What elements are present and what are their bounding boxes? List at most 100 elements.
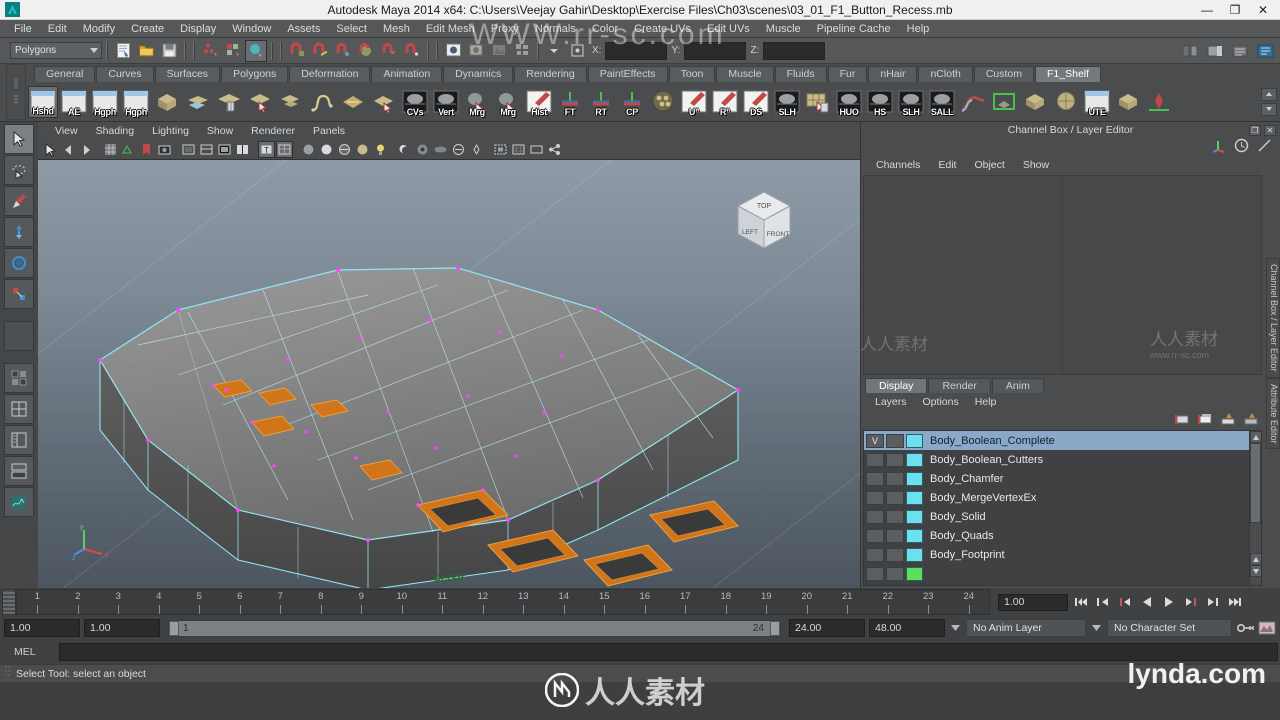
shelf-tab-polygons[interactable]: Polygons xyxy=(221,66,289,82)
layer-tab-display[interactable]: Display xyxy=(865,378,928,393)
shelf-tab-animation[interactable]: Animation xyxy=(371,66,443,82)
go-to-start-button[interactable] xyxy=(1072,593,1090,611)
menu-item-create[interactable]: Create xyxy=(123,20,172,38)
vertical-tab-attribute-editor[interactable]: Attribute Editor xyxy=(1266,377,1280,450)
resolution-gate-icon[interactable] xyxy=(180,141,197,158)
show-hide-channel-box-icon[interactable] xyxy=(1254,40,1276,62)
shelf-button-mesh-cube-4[interactable] xyxy=(152,86,182,118)
shelf-button-cube-tan-35[interactable] xyxy=(1113,86,1143,118)
shelf-button-mrg-15[interactable]: Mrg xyxy=(493,86,523,118)
layer-playback-toggle[interactable] xyxy=(886,509,904,524)
shelf-button-vert-13[interactable]: Vert xyxy=(431,86,461,118)
shelf-button-ae-1[interactable]: AE xyxy=(59,86,89,118)
divider[interactable] xyxy=(181,40,189,62)
xray-joints-icon[interactable] xyxy=(468,141,485,158)
sidebar-toggle-arrow-icon[interactable] xyxy=(543,40,565,62)
layer-menu-layers[interactable]: Layers xyxy=(867,396,915,408)
scroll-up-icon-2[interactable] xyxy=(1250,553,1261,565)
auto-keyframe-toggle-icon[interactable] xyxy=(1236,619,1254,637)
shelf-button-extrude-11[interactable] xyxy=(369,86,399,118)
shelf-button-mesh-combine-8[interactable] xyxy=(276,86,306,118)
scroll-down-icon[interactable] xyxy=(1250,565,1261,577)
animation-start-time-field[interactable]: 1.00 xyxy=(4,619,80,637)
menu-item-edit-mesh[interactable]: Edit Mesh xyxy=(418,20,483,38)
ipr-render-button[interactable] xyxy=(488,40,510,62)
back-icon[interactable] xyxy=(60,141,77,158)
shelf-button-slh-24[interactable]: SLH xyxy=(772,86,802,118)
menu-item-select[interactable]: Select xyxy=(328,20,375,38)
select-by-hierarchy-button[interactable] xyxy=(199,40,221,62)
shelf-tab-fur[interactable]: Fur xyxy=(827,66,868,82)
layer-playback-toggle[interactable] xyxy=(886,433,904,448)
channel-box-menu-edit[interactable]: Edit xyxy=(929,159,965,171)
shelf-tab-f1-shelf[interactable]: F1_Shelf xyxy=(1035,66,1102,82)
shelf-button-plane-green-31[interactable] xyxy=(989,86,1019,118)
shelf-button-cube-tan-32[interactable] xyxy=(1020,86,1050,118)
film-gate-icon[interactable] xyxy=(198,141,215,158)
menu-item-proxy[interactable]: Proxy xyxy=(483,20,527,38)
layer-color-swatch[interactable] xyxy=(906,547,923,562)
render-current-frame-button[interactable] xyxy=(465,40,487,62)
shelf-tab-muscle[interactable]: Muscle xyxy=(716,66,774,82)
animation-end-time-field[interactable]: 48.00 xyxy=(869,619,945,637)
snap-to-view-planes-button[interactable] xyxy=(378,40,400,62)
layer-visibility-toggle[interactable]: V xyxy=(866,433,884,448)
time-slider-grip[interactable] xyxy=(2,589,16,615)
layer-color-swatch[interactable] xyxy=(906,433,923,448)
shelf-button-ft-17[interactable]: FT xyxy=(555,86,585,118)
minimize-button[interactable]: — xyxy=(1200,0,1214,20)
layer-row[interactable]: Body_Chamfer xyxy=(864,469,1261,488)
layout-single-perspective-button[interactable] xyxy=(4,363,34,393)
snap-to-grids-button[interactable] xyxy=(286,40,308,62)
show-hide-attribute-editor-icon[interactable] xyxy=(1204,40,1226,62)
shelf-button-sphere-wire-20[interactable] xyxy=(648,86,678,118)
last-tool-used-button[interactable] xyxy=(4,321,34,351)
range-start-time-field[interactable]: 1.00 xyxy=(84,619,160,637)
shelf-options-handle-icon[interactable] xyxy=(6,64,26,120)
scroll-thumb[interactable] xyxy=(1250,443,1261,523)
channel-box-content-area[interactable] xyxy=(863,175,1262,375)
move-tool-button[interactable] xyxy=(4,217,34,247)
viewport-menu-panels[interactable]: Panels xyxy=(304,125,354,137)
divider[interactable] xyxy=(190,40,198,62)
ao-icon[interactable] xyxy=(414,141,431,158)
divider[interactable] xyxy=(534,40,542,62)
layer-row[interactable]: Body_Footprint xyxy=(864,545,1261,564)
layer-playback-toggle[interactable] xyxy=(886,452,904,467)
diagonal-line-icon[interactable] xyxy=(1257,138,1272,156)
shelf-scroll-down-icon[interactable] xyxy=(1261,102,1277,116)
play-backwards-button[interactable] xyxy=(1138,593,1156,611)
shelf-button-grid-delete-25[interactable] xyxy=(803,86,833,118)
menu-item-muscle[interactable]: Muscle xyxy=(758,20,809,38)
shelf-button-slh-28[interactable]: SLH xyxy=(896,86,926,118)
view-cube[interactable]: TOP LEFT FRONT xyxy=(726,184,802,259)
shelf-button-u--21[interactable]: U" xyxy=(679,86,709,118)
share-icon[interactable] xyxy=(546,141,563,158)
clock-icon[interactable] xyxy=(1234,138,1249,156)
layout-four-view-button[interactable] xyxy=(4,394,34,424)
gate-mask-icon[interactable] xyxy=(216,141,233,158)
shelf-button-sphere-tan-33[interactable] xyxy=(1051,86,1081,118)
shelf-button-hist-16[interactable]: Hist xyxy=(524,86,554,118)
make-live-button[interactable] xyxy=(401,40,423,62)
snap-to-curves-button[interactable] xyxy=(309,40,331,62)
menu-item-help[interactable]: Help xyxy=(899,20,938,38)
layer-menu-help[interactable]: Help xyxy=(967,396,1005,408)
shelf-button-cvs-12[interactable]: CVs xyxy=(400,86,430,118)
textured-icon[interactable] xyxy=(354,141,371,158)
smooth-shade-icon[interactable] xyxy=(300,141,317,158)
range-slider-left-handle[interactable] xyxy=(169,620,179,636)
command-input-field[interactable] xyxy=(59,643,1278,661)
time-slider-ticks[interactable]: 1 2 3 4 5 6 7 8 9 10 11 12 13 14 15 16 17 18 19 20 21 22 23 24 xyxy=(16,589,990,615)
shelf-button-hs-27[interactable]: HS xyxy=(865,86,895,118)
viewport-menu-view[interactable]: View xyxy=(46,125,87,137)
display-layer-list[interactable]: V Body_Boolean_Complete Body_Boolean_Cutte… xyxy=(863,430,1262,586)
close-button[interactable]: ✕ xyxy=(1256,0,1270,20)
shelf-button-joint-red-36[interactable] xyxy=(1144,86,1174,118)
shelf-button-ute-34[interactable]: UTE xyxy=(1082,86,1112,118)
layer-row[interactable]: Body_MergeVertexEx xyxy=(864,488,1261,507)
camera-attr-icon[interactable] xyxy=(156,141,173,158)
shelf-tab-dynamics[interactable]: Dynamics xyxy=(443,66,514,82)
viewport-menu-lighting[interactable]: Lighting xyxy=(143,125,198,137)
shelf-button-sall-29[interactable]: SALL xyxy=(927,86,957,118)
